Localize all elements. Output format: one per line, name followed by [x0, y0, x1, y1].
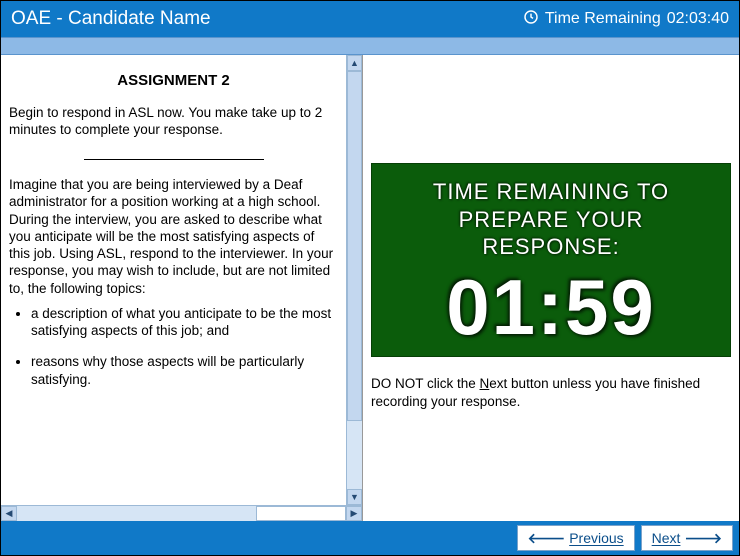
timer-label-line: TIME REMAINING TO: [433, 179, 669, 204]
response-timer-value: 01:59: [380, 267, 722, 349]
arrow-right-icon: 🡒: [684, 530, 722, 547]
vertical-scrollbar[interactable]: ▲ ▼: [346, 55, 362, 505]
horizontal-scrollbar[interactable]: ◀ ▶: [1, 505, 362, 521]
clock-icon: [523, 9, 539, 30]
scroll-thumb[interactable]: [347, 71, 362, 421]
assignment-text: ASSIGNMENT 2 Begin to respond in ASL now…: [1, 55, 346, 505]
next-button[interactable]: Next 🡒: [641, 525, 733, 551]
list-item: reasons why those aspects will be partic…: [31, 353, 338, 388]
previous-button[interactable]: 🡐 Previous: [517, 525, 635, 551]
header-bar: OAE - Candidate Name Time Remaining 02:0…: [1, 1, 739, 37]
scroll-left-arrow-icon[interactable]: ◀: [1, 506, 17, 521]
warning-text-segment: ext: [489, 376, 507, 391]
scroll-thumb[interactable]: [256, 506, 346, 521]
time-remaining-label: Time Remaining: [545, 10, 661, 28]
timer-label-line: PREPARE YOUR: [459, 207, 644, 232]
page-title: OAE - Candidate Name: [11, 8, 211, 30]
time-remaining: Time Remaining 02:03:40: [523, 9, 729, 30]
response-panel: TIME REMAINING TO PREPARE YOUR RESPONSE:…: [363, 55, 739, 521]
response-timer-label: TIME REMAINING TO PREPARE YOUR RESPONSE:: [380, 178, 722, 261]
assignment-scenario: Imagine that you are being interviewed b…: [9, 176, 338, 297]
assignment-heading: ASSIGNMENT 2: [9, 71, 338, 90]
scroll-up-arrow-icon[interactable]: ▲: [347, 55, 362, 71]
warning-text-segment: N: [480, 376, 490, 391]
scroll-right-arrow-icon[interactable]: ▶: [346, 506, 362, 521]
assignment-intro: Begin to respond in ASL now. You make ta…: [9, 104, 338, 139]
warning-text: DO NOT click the Next button unless you …: [371, 375, 731, 410]
sub-header-bar: [1, 37, 739, 55]
divider: [9, 147, 338, 164]
main-content: ASSIGNMENT 2 Begin to respond in ASL now…: [1, 55, 739, 521]
arrow-left-icon: 🡐: [528, 530, 566, 547]
footer-bar: 🡐 Previous Next 🡒: [1, 521, 739, 555]
list-item: a description of what you anticipate to …: [31, 305, 338, 340]
assignment-bullets: a description of what you anticipate to …: [9, 305, 338, 388]
timer-label-line: RESPONSE:: [482, 234, 619, 259]
scroll-track[interactable]: [17, 506, 346, 521]
scroll-track[interactable]: [347, 71, 362, 489]
scroll-down-arrow-icon[interactable]: ▼: [347, 489, 362, 505]
response-timer-box: TIME REMAINING TO PREPARE YOUR RESPONSE:…: [371, 163, 731, 357]
assignment-panel: ASSIGNMENT 2 Begin to respond in ASL now…: [1, 55, 363, 521]
warning-text-segment: DO NOT click the: [371, 376, 480, 391]
previous-button-label: Previous: [569, 530, 623, 546]
next-button-label: Next: [652, 530, 681, 546]
time-remaining-value: 02:03:40: [667, 10, 729, 28]
